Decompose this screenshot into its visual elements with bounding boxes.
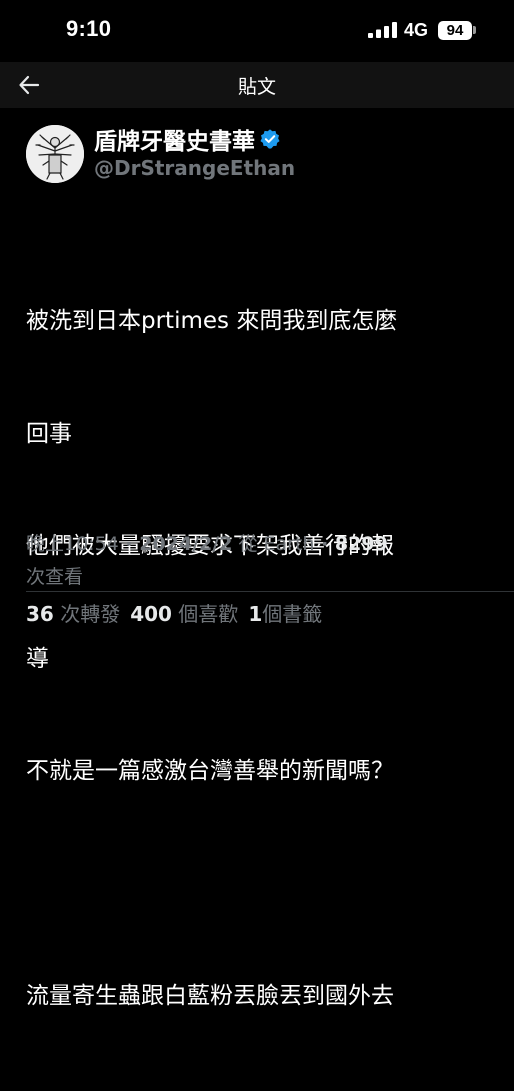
cellular-signal-icon [368, 22, 397, 38]
network-type: 4G [404, 20, 429, 40]
likes-stat[interactable]: 400 個喜歡 [130, 602, 238, 626]
meta-separator: · [314, 533, 335, 555]
retweets-label: 次轉發 [53, 602, 121, 626]
post-time[interactable]: 晚上10:54 [26, 533, 119, 555]
tweet-text-line [26, 866, 496, 904]
bookmarks-label: 個書籤 [262, 602, 323, 626]
views-label: 次查看 [26, 566, 84, 588]
tweet-text-line: 回事 [26, 420, 72, 447]
battery-level: 94 [438, 21, 472, 40]
tweet-text-line: 不就是一篇感激台灣善舉的新聞嗎？ [26, 758, 394, 784]
likes-count: 400 [130, 602, 172, 626]
status-bar: 9:10 4G 94 [0, 0, 514, 62]
status-time: 9:10 [66, 16, 112, 41]
tweet-text: 被洗到日本prtimes 來問我到底怎麼 回事 他們被大量騷擾要求下架我善行的報… [26, 228, 496, 1091]
retweets-stat[interactable]: 36 次轉發 [26, 602, 120, 626]
tweet-metadata: 晚上10:54 · 2024/2/2 從 Earth · 8299 次查看 [26, 528, 496, 594]
battery-icon [473, 26, 476, 34]
avatar-illustration-icon [26, 125, 84, 183]
retweets-count: 36 [26, 602, 54, 626]
display-name-row[interactable]: 盾牌牙醫史書華 [94, 122, 281, 156]
meta-separator: · [118, 533, 140, 555]
bookmarks-count: 1 [248, 602, 263, 626]
divider [26, 591, 514, 592]
tweet-text-line: 被洗到日本prtimes 來問我到底怎麼 [26, 308, 398, 334]
user-handle[interactable]: @DrStrangeEthan [94, 156, 295, 180]
nav-bar: 貼文 [0, 62, 514, 108]
post-date[interactable]: 2024/2/2 [139, 533, 232, 555]
tweet-text-line: 導 [26, 645, 49, 672]
post-source: 從 Earth [232, 533, 315, 555]
tweet-text-line: 流量寄生蟲跟白藍粉丟臉丟到國外去 [26, 983, 394, 1009]
page-title: 貼文 [237, 76, 276, 98]
verified-badge-icon [260, 129, 280, 149]
bookmarks-stat[interactable]: 1個書籤 [248, 602, 322, 626]
display-name[interactable]: 盾牌牙醫史書華 [94, 122, 255, 156]
avatar[interactable] [26, 125, 84, 183]
likes-label: 個喜歡 [171, 602, 239, 626]
views-count: 8299 [334, 533, 388, 555]
engagement-stats: 36 次轉發 400 個喜歡 1個書籤 [26, 598, 322, 627]
